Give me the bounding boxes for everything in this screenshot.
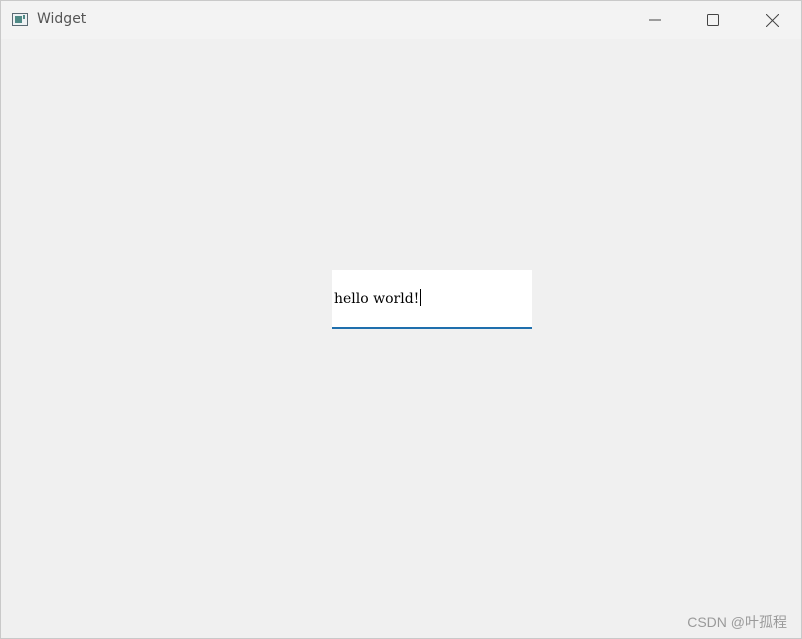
app-icon [12,13,28,26]
minimize-icon [649,19,661,21]
close-icon [765,13,779,27]
minimize-button[interactable] [626,1,684,39]
title-bar[interactable]: Widget [1,1,801,39]
window-title: Widget [37,11,87,27]
line-edit-input[interactable]: hello world! [332,270,532,329]
app-window: Widget hello world! CSDN @叶孤程 [0,0,802,639]
maximize-button[interactable] [684,1,742,39]
close-button[interactable] [743,1,801,39]
maximize-icon [707,14,719,26]
line-edit-value: hello world! [334,291,420,307]
text-caret [420,289,422,306]
line-edit-text: hello world! [334,289,422,307]
widget-content-area: hello world! [1,39,801,638]
watermark-text: CSDN @叶孤程 [687,614,787,630]
